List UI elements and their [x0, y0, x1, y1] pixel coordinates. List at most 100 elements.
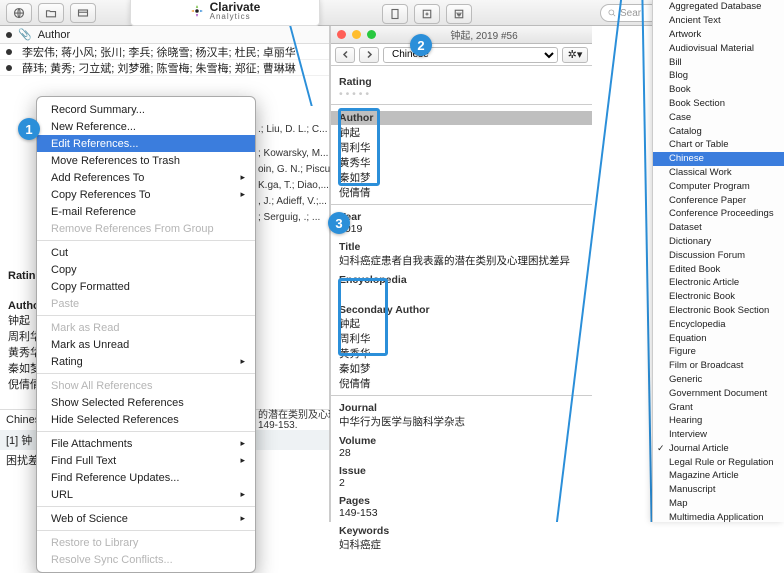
folder-button[interactable]	[38, 3, 64, 23]
next-button[interactable]	[359, 47, 379, 63]
menu-item[interactable]: Show Selected References	[37, 394, 255, 411]
reftype-option[interactable]: Edited Book	[653, 262, 784, 276]
menu-item[interactable]: Add References To	[37, 169, 255, 186]
author-value[interactable]: 周利华	[339, 140, 584, 155]
menu-item: Remove References From Group	[37, 220, 255, 237]
reftype-option[interactable]: Bill	[653, 55, 784, 69]
journal-value[interactable]: 中华行为医学与脑科学杂志	[339, 414, 584, 429]
search-icon	[607, 8, 617, 18]
menu-item[interactable]: Hide Selected References	[37, 411, 255, 428]
menu-item[interactable]: Copy Formatted	[37, 278, 255, 295]
list-row[interactable]: 薛玮; 黄秀; 刁立斌; 刘梦雅; 陈雪梅; 朱雪梅; 郑征; 曹琳琳	[0, 60, 329, 76]
reftype-option[interactable]: Map	[653, 497, 784, 511]
secauthor-value[interactable]: 黄秀华	[339, 346, 584, 361]
reftype-option[interactable]: Magazine Article	[653, 469, 784, 483]
reftype-option[interactable]: Generic	[653, 373, 784, 387]
reftype-option[interactable]: Electronic Book Section	[653, 304, 784, 318]
export-button[interactable]	[414, 4, 440, 24]
word-button[interactable]	[446, 4, 472, 24]
menu-item[interactable]: Edit References...	[37, 135, 255, 152]
reftype-option[interactable]: Government Document	[653, 386, 784, 400]
reference-type-select[interactable]: Chinese	[383, 47, 558, 63]
reftype-option[interactable]: Classical Work	[653, 166, 784, 180]
menu-item[interactable]: URL	[37, 486, 255, 503]
author-header: Author	[331, 111, 592, 125]
reftype-option[interactable]: Book	[653, 83, 784, 97]
reftype-option[interactable]: Book Section	[653, 97, 784, 111]
reftype-option[interactable]: Electronic Article	[653, 276, 784, 290]
reftype-option[interactable]: Hearing	[653, 414, 784, 428]
search-input[interactable]: Sear	[600, 4, 660, 22]
menu-item[interactable]: Web of Science	[37, 510, 255, 527]
menu-item[interactable]: Copy References To	[37, 186, 255, 203]
secauthor-value[interactable]: 周利华	[339, 331, 584, 346]
reftype-option[interactable]: Aggregated Database	[653, 0, 784, 14]
reftype-option[interactable]: Case	[653, 110, 784, 124]
author-value[interactable]: 黄秀华	[339, 155, 584, 170]
reftype-option[interactable]: Grant	[653, 400, 784, 414]
reftype-option[interactable]: Conference Paper	[653, 193, 784, 207]
author-value[interactable]: 钟起	[339, 125, 584, 140]
menu-item[interactable]: New Reference...	[37, 118, 255, 135]
reference-detail-pane: 钟起, 2019 #56 Chinese ✲▾ Rating • • • • •…	[330, 26, 592, 522]
close-icon[interactable]	[337, 30, 346, 39]
menu-item[interactable]: Move References to Trash	[37, 152, 255, 169]
year-value[interactable]: 2019	[339, 223, 584, 235]
zoom-icon[interactable]	[367, 30, 376, 39]
reftype-option[interactable]: Blog	[653, 69, 784, 83]
prev-button[interactable]	[335, 47, 355, 63]
secauthor-value[interactable]: 秦如梦	[339, 361, 584, 376]
reftype-option[interactable]: Discussion Forum	[653, 248, 784, 262]
author-value[interactable]: 倪倩倩	[339, 185, 584, 200]
reftype-option[interactable]: Catalog	[653, 124, 784, 138]
menu-item[interactable]: Mark as Unread	[37, 336, 255, 353]
reftype-option[interactable]: Artwork	[653, 28, 784, 42]
secauthor-value[interactable]: 钟起	[339, 316, 584, 331]
menu-item[interactable]: Cut	[37, 244, 255, 261]
menu-item[interactable]: Rating	[37, 353, 255, 370]
author-value[interactable]: 秦如梦	[339, 170, 584, 185]
secauthor-value[interactable]: 倪倩倩	[339, 376, 584, 391]
menu-item[interactable]: E-mail Reference	[37, 203, 255, 220]
reftype-option[interactable]: Computer Program	[653, 179, 784, 193]
reftype-option[interactable]: Electronic Book	[653, 290, 784, 304]
rating-stars[interactable]: • • • • •	[339, 88, 584, 100]
minimize-icon[interactable]	[352, 30, 361, 39]
list-row[interactable]: 李宏伟; 蒋小风; 张川; 李兵; 徐晓雪; 杨汉丰; 杜民; 卓丽华	[0, 44, 329, 60]
menu-item[interactable]: Record Summary...	[37, 101, 255, 118]
reftype-option[interactable]: Interview	[653, 428, 784, 442]
reftype-option[interactable]: Manuscript	[653, 483, 784, 497]
menu-item[interactable]: File Attachments	[37, 435, 255, 452]
reftype-option[interactable]: Dictionary	[653, 235, 784, 249]
reftype-option[interactable]: Encyclopedia	[653, 317, 784, 331]
reftype-option[interactable]: Film or Broadcast	[653, 359, 784, 373]
peek-text: 149-153.	[258, 420, 328, 431]
reftype-option[interactable]: Ancient Text	[653, 14, 784, 28]
reftype-option[interactable]: Conference Proceedings	[653, 207, 784, 221]
title-value[interactable]: 妇科癌症患者自我表露的潜在类别及心理困扰差异	[339, 253, 584, 268]
menu-item[interactable]: Copy	[37, 261, 255, 278]
reftype-option[interactable]: Equation	[653, 331, 784, 345]
reference-type-dropdown: Aggregated DatabaseAncient TextArtworkAu…	[652, 0, 784, 522]
menu-item[interactable]: Find Full Text	[37, 452, 255, 469]
doc-button[interactable]	[382, 4, 408, 24]
reftype-option[interactable]: Legal Rule or Regulation	[653, 455, 784, 469]
reftype-option[interactable]: Chart or Table	[653, 138, 784, 152]
reftype-option[interactable]: Figure	[653, 345, 784, 359]
list-header[interactable]: 📎 Author	[0, 26, 329, 44]
peek-text: ; Kowarsky, M...	[258, 148, 328, 159]
reftype-option[interactable]: Audiovisual Material	[653, 41, 784, 55]
menu-item[interactable]: Find Reference Updates...	[37, 469, 255, 486]
globe-button[interactable]	[6, 3, 32, 23]
reftype-option[interactable]: Journal Article	[653, 442, 784, 456]
keywords-value[interactable]: 妇科癌症	[339, 537, 584, 552]
options-button[interactable]: ✲▾	[562, 47, 588, 63]
card-button[interactable]	[70, 3, 96, 23]
reftype-option[interactable]: Multimedia Application	[653, 510, 784, 522]
issue-value[interactable]: 2	[339, 477, 584, 489]
reftype-option[interactable]: Dataset	[653, 221, 784, 235]
volume-value[interactable]: 28	[339, 447, 584, 459]
row-author: 李宏伟; 蒋小风; 张川; 李兵; 徐晓雪; 杨汉丰; 杜民; 卓丽华	[22, 44, 296, 60]
pages-value[interactable]: 149-153	[339, 507, 584, 519]
reftype-option[interactable]: Chinese	[653, 152, 784, 166]
